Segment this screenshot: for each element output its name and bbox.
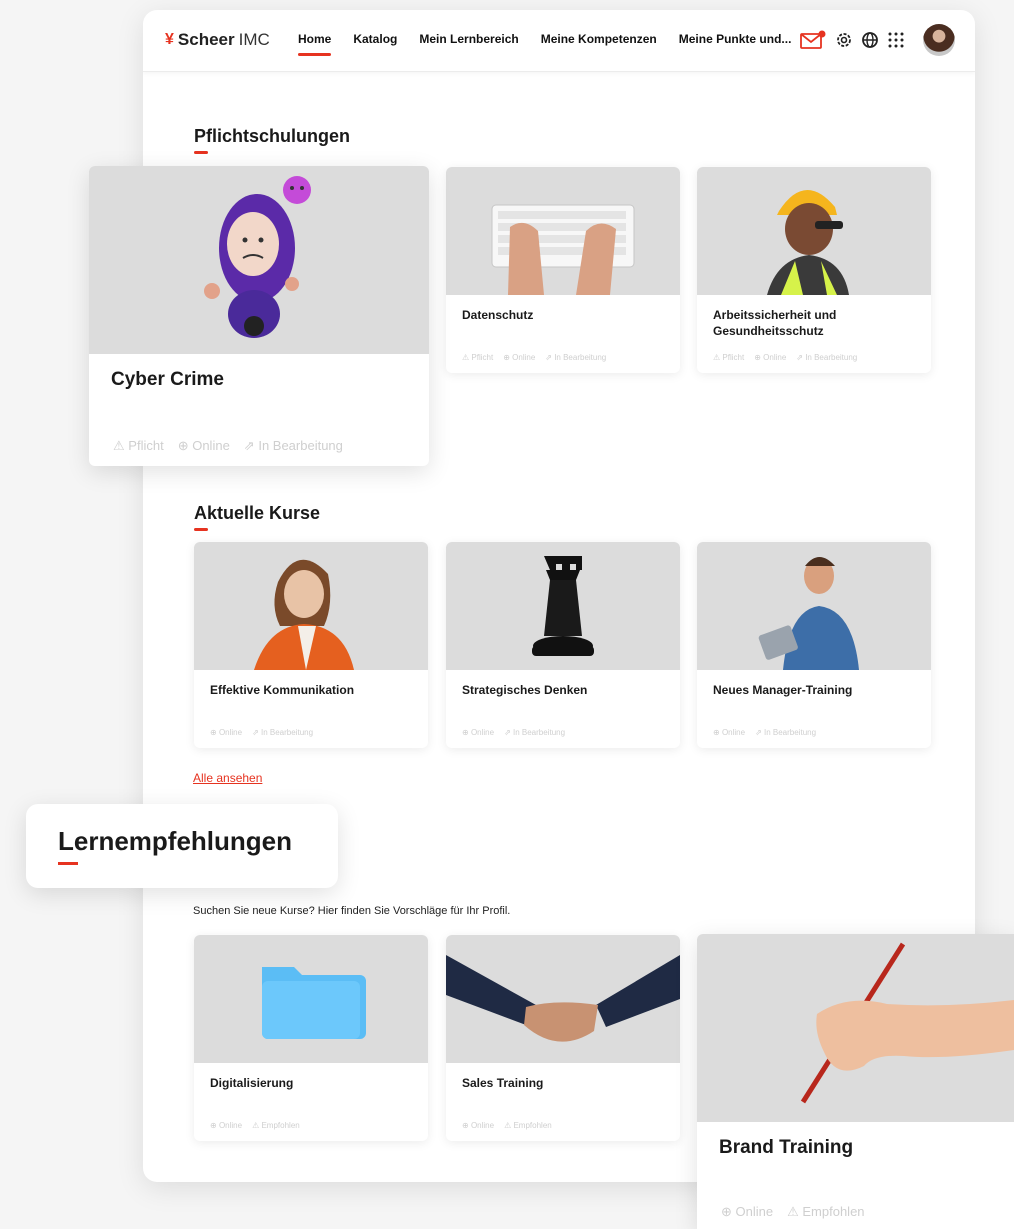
course-card-digitalisierung[interactable]: Digitalisierung ⊕ Online ⚠ Empfohlen <box>194 935 428 1141</box>
tag-progress: ⇗ In Bearbeitung <box>504 728 566 737</box>
tag-progress: ⇗ In Bearbeitung <box>796 353 858 362</box>
folder-illustration <box>262 967 366 1039</box>
tag-online: ⊕ Online <box>210 1121 243 1130</box>
tag-online: ⊕ Online <box>177 438 230 453</box>
course-tags: ⊕ Online ⚠ Empfohlen <box>462 1121 552 1130</box>
recommendations-callout: Lernempfehlungen <box>26 804 338 888</box>
top-navigation: ¥ Scheer IMC Home Katalog Mein Lernberei… <box>143 10 975 72</box>
title-accent <box>58 862 78 865</box>
logo[interactable]: ¥ Scheer IMC <box>165 30 270 50</box>
woman-headset-photo <box>254 559 354 670</box>
course-tags: ⊕ Online ⇗ In Bearbeitung <box>462 728 565 737</box>
tag-progress: ⇗ In Bearbeitung <box>755 728 817 737</box>
course-image <box>89 166 429 354</box>
keyboard-photo <box>491 204 635 295</box>
tag-recommended: ⚠ Empfohlen <box>787 1204 865 1219</box>
course-image <box>446 542 680 670</box>
tag-recommended: ⚠ Empfohlen <box>504 1121 552 1130</box>
course-tags: ⊕ Online ⇗ In Bearbeitung <box>210 728 313 737</box>
hand-pencil-photo <box>800 942 1014 1104</box>
course-title: Digitalisierung <box>210 1076 294 1090</box>
course-card-brand-training[interactable]: Brand Training ⊕ Online ⚠ Empfohlen <box>697 934 1014 1229</box>
nav-meine-punkte[interactable]: Meine Punkte und... <box>679 32 792 46</box>
chess-rook-photo <box>532 556 594 656</box>
tag-mandatory: ⚠ Pflicht <box>462 353 494 362</box>
tag-online: ⊕ Online <box>462 728 495 737</box>
course-title: Neues Manager-Training <box>713 683 853 697</box>
course-title: Strategisches Denken <box>462 683 588 697</box>
course-image <box>194 935 428 1063</box>
course-image <box>446 935 680 1063</box>
handshake-photo <box>446 955 680 1042</box>
section-title-recommendations: Lernempfehlungen <box>58 826 293 856</box>
tag-mandatory: ⚠ Pflicht <box>113 438 164 453</box>
progress-icon: ⇗ <box>243 438 255 453</box>
course-tags: ⚠ Pflicht ⊕ Online ⇗ In Bearbeitung <box>113 438 343 454</box>
course-title: Sales Training <box>462 1076 544 1090</box>
title-accent <box>194 151 208 154</box>
man-tablet-photo <box>758 557 859 670</box>
title-accent <box>194 528 208 531</box>
course-card-strategisches-denken[interactable]: Strategisches Denken ⊕ Online ⇗ In Bearb… <box>446 542 680 748</box>
globe-icon[interactable] <box>861 31 879 49</box>
course-card-kommunikation[interactable]: Effektive Kommunikation ⊕ Online ⇗ In Be… <box>194 542 428 748</box>
tag-online: ⊕ Online <box>721 1204 774 1219</box>
mail-icon[interactable] <box>799 29 827 51</box>
main-nav: Home Katalog Mein Lernbereich Meine Komp… <box>298 32 792 56</box>
course-title: Effektive Kommunikation <box>210 683 355 697</box>
course-title: Cyber Crime <box>111 369 224 390</box>
course-tags: ⚠ Pflicht ⊕ Online ⇗ In Bearbeitung <box>713 353 857 362</box>
gear-icon[interactable] <box>835 31 853 49</box>
course-title: Brand Training <box>719 1137 854 1158</box>
tag-online: ⊕ Online <box>713 728 746 737</box>
tag-progress: ⇗ In Bearbeitung <box>252 728 314 737</box>
section-title-mandatory: Pflichtschulungen <box>194 126 351 146</box>
recommendations-description: Suchen Sie neue Kurse? Hier finden Sie V… <box>193 905 511 917</box>
tag-recommended: ⚠ Empfohlen <box>252 1121 300 1130</box>
course-tags: ⚠ Pflicht ⊕ Online ⇗ In Bearbeitung <box>462 353 606 362</box>
course-image <box>446 167 680 295</box>
tag-online: ⊕ Online <box>462 1121 495 1130</box>
apps-grid-icon[interactable] <box>887 31 905 49</box>
course-image <box>697 934 1014 1122</box>
tag-online: ⊕ Online <box>210 728 243 737</box>
course-title: Arbeitssicherheit und Gesundheitsschutz <box>713 308 837 338</box>
course-image <box>697 167 931 295</box>
tag-online: ⊕ Online <box>503 353 536 362</box>
hacker-illustration <box>204 176 311 338</box>
warning-icon: ⚠ <box>113 438 125 453</box>
course-card-manager-training[interactable]: Neues Manager-Training ⊕ Online ⇗ In Bea… <box>697 542 931 748</box>
course-card-sales-training[interactable]: Sales Training ⊕ Online ⚠ Empfohlen <box>446 935 680 1141</box>
course-card-arbeitssicherheit[interactable]: Arbeitssicherheit und Gesundheitsschutz … <box>697 167 931 373</box>
tag-online: ⊕ Online <box>754 353 787 362</box>
tag-mandatory: ⚠ Pflicht <box>713 353 745 362</box>
worker-photo <box>767 189 849 295</box>
header-icons <box>799 24 955 56</box>
course-image <box>194 542 428 670</box>
section-title-current: Aktuelle Kurse <box>194 503 321 523</box>
see-all-link[interactable]: Alle ansehen <box>193 771 262 785</box>
course-tags: ⊕ Online ⚠ Empfohlen <box>210 1121 300 1130</box>
tag-progress: ⇗ In Bearbeitung <box>243 438 343 453</box>
nav-home[interactable]: Home <box>298 32 332 56</box>
course-image <box>697 542 931 670</box>
course-title: Datenschutz <box>462 308 534 322</box>
tag-progress: ⇗ In Bearbeitung <box>545 353 607 362</box>
logo-product: IMC <box>238 30 270 49</box>
course-tags: ⊕ Online ⚠ Empfohlen <box>721 1204 865 1220</box>
course-card-cyber-crime[interactable]: Cyber Crime ⚠ Pflicht ⊕ Online ⇗ In Bear… <box>89 166 429 466</box>
nav-meine-kompetenzen[interactable]: Meine Kompetenzen <box>541 32 657 46</box>
globe-icon: ⊕ <box>177 438 189 453</box>
logo-brand: Scheer <box>177 30 235 49</box>
logo-icon: ¥ <box>165 31 174 48</box>
user-avatar[interactable] <box>923 24 955 56</box>
nav-mein-lernbereich[interactable]: Mein Lernbereich <box>419 32 518 46</box>
nav-katalog[interactable]: Katalog <box>353 32 397 46</box>
course-card-datenschutz[interactable]: Datenschutz ⚠ Pflicht ⊕ Online ⇗ In Bear… <box>446 167 680 373</box>
course-tags: ⊕ Online ⇗ In Bearbeitung <box>713 728 816 737</box>
